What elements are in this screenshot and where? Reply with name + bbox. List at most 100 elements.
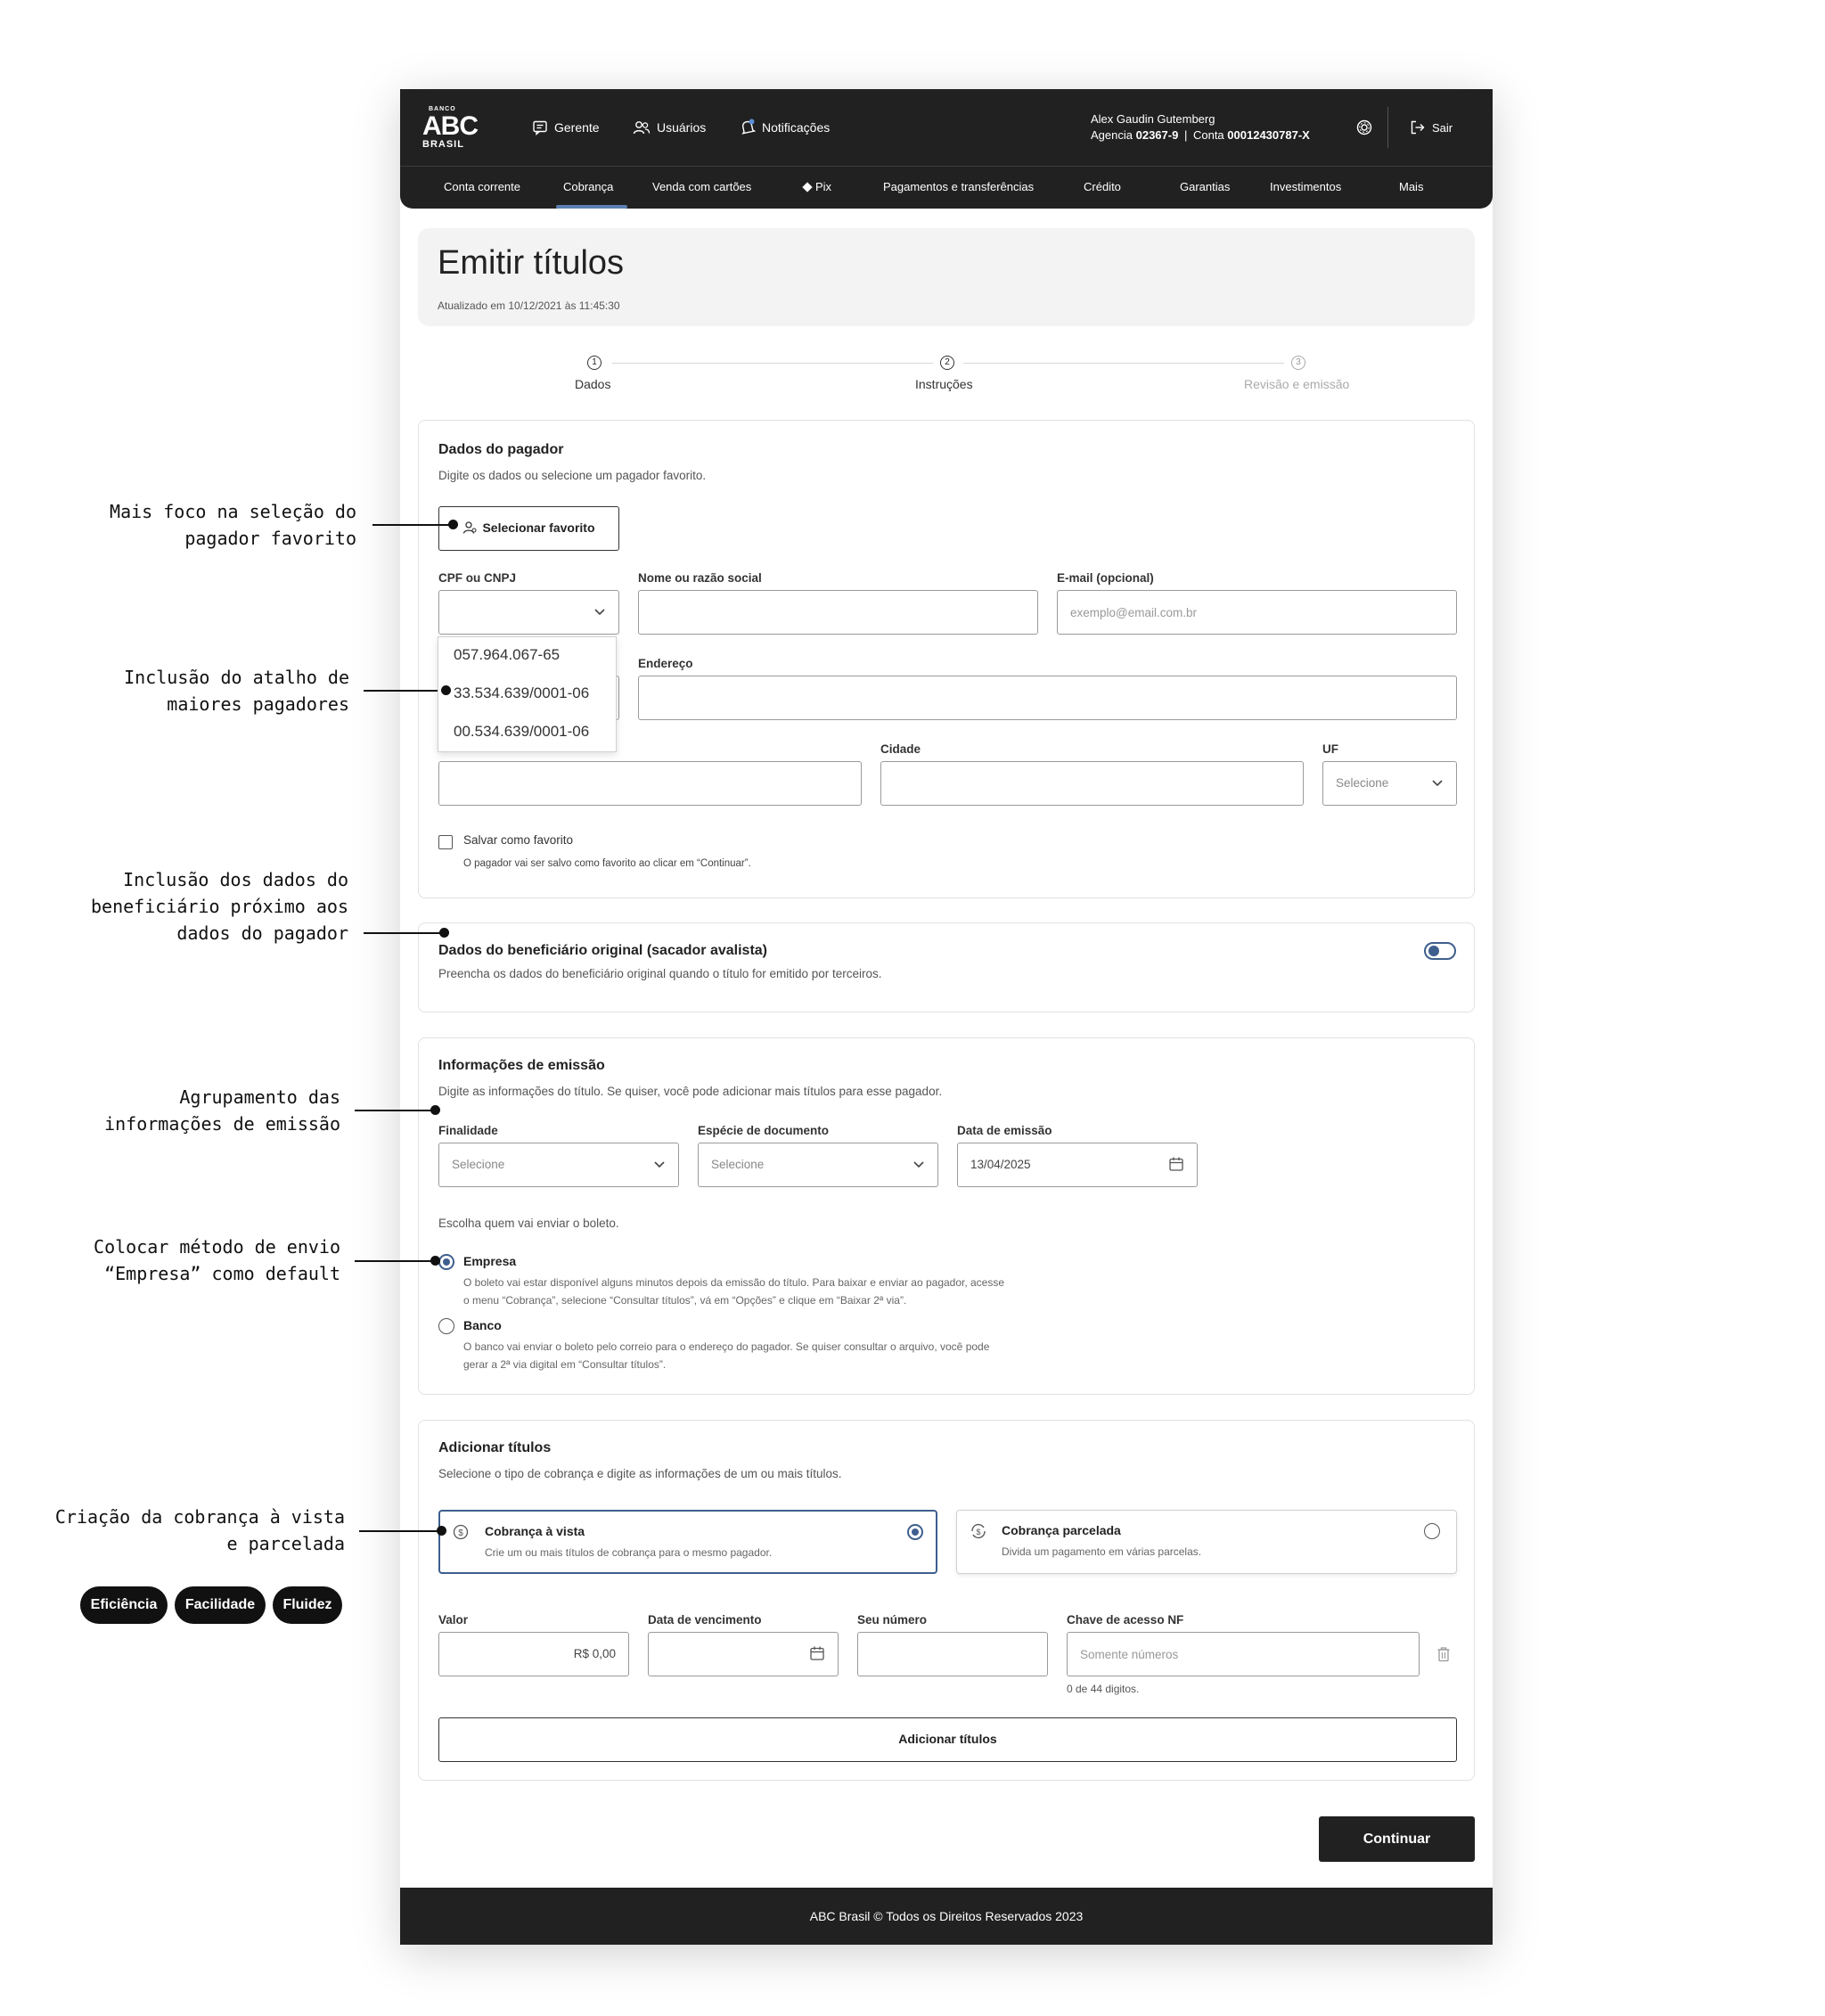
logout-icon <box>1411 120 1425 135</box>
cpf-option[interactable]: 057.964.067-65 <box>454 646 560 664</box>
annotation-connector <box>364 690 447 692</box>
page-title: Emitir títulos <box>438 244 625 282</box>
purpose-select[interactable]: Selecione <box>438 1143 679 1187</box>
chevron-down-icon <box>913 1161 924 1168</box>
choice-cobranca-a-vista[interactable]: $ Cobrança à vista Crie um ou mais títul… <box>438 1510 937 1574</box>
nav-conta-corrente[interactable]: Conta corrente <box>444 167 520 209</box>
step-2-circle: 2 <box>940 356 954 370</box>
emission-subtitle: Digite as informações do título. Se quis… <box>438 1085 943 1098</box>
annotation-marker <box>439 928 449 938</box>
calendar-icon <box>1169 1157 1183 1171</box>
address-input[interactable] <box>638 676 1457 720</box>
value-input[interactable]: R$ 0,00 <box>438 1632 629 1676</box>
emission-date-input[interactable]: 13/04/2025 <box>957 1143 1198 1187</box>
nav-notificacoes[interactable]: Notificações <box>740 118 830 137</box>
purpose-label: Finalidade <box>438 1124 498 1137</box>
choice-cobranca-parcelada[interactable]: $ Cobrança parcelada Divida um pagamento… <box>956 1510 1457 1574</box>
emission-title: Informações de emissão <box>438 1058 605 1073</box>
nav-mais[interactable]: Mais <box>1399 167 1423 209</box>
dollar-circle-icon: $ <box>453 1524 469 1540</box>
user-favorite-icon <box>463 521 478 534</box>
step-connector <box>612 363 933 364</box>
tag-eficiencia: Eficiência <box>80 1586 168 1624</box>
radio-cobranca-a-vista[interactable] <box>907 1524 923 1540</box>
titles-subtitle: Selecione o tipo de cobrança e digite as… <box>438 1467 842 1480</box>
add-titles-button[interactable]: Adicionar títulos <box>438 1717 1457 1762</box>
radio-cobranca-parcelada[interactable] <box>1424 1523 1440 1539</box>
cpf-select[interactable] <box>438 590 619 635</box>
option-banco-desc: O banco vai enviar o boleto pelo correio… <box>463 1340 990 1371</box>
nav-pix[interactable]: Pix <box>802 167 831 209</box>
select-favorite-button[interactable]: Selecionar favorito <box>438 506 619 551</box>
nav-credito[interactable]: Crédito <box>1084 167 1121 209</box>
due-date-input[interactable] <box>648 1632 839 1676</box>
doc-type-label: Espécie de documento <box>698 1124 830 1137</box>
uf-label: UF <box>1322 742 1338 756</box>
radio-empresa[interactable] <box>438 1254 454 1270</box>
annotation-favorite: Mais foco na seleção do pagador favorito <box>110 501 356 549</box>
option-empresa-label: Empresa <box>463 1254 517 1268</box>
calendar-icon <box>810 1646 824 1660</box>
active-nav-indicator <box>556 205 627 209</box>
tag-facilidade: Facilidade <box>175 1586 266 1624</box>
abc-brasil-logo[interactable]: BANCO ABC BRASIL <box>421 105 479 150</box>
pix-icon <box>802 182 813 193</box>
save-favorite-checkbox[interactable] <box>438 835 453 849</box>
cpf-dropdown-menu: 057.964.067-65 33.534.639/0001-06 00.534… <box>438 636 617 752</box>
nav-usuarios[interactable]: Usuários <box>633 118 706 137</box>
doc-type-select[interactable]: Selecione <box>698 1143 938 1187</box>
address-label: Endereço <box>638 657 693 670</box>
annotation-connector <box>359 1530 442 1532</box>
nav-investimentos[interactable]: Investimentos <box>1270 167 1341 209</box>
nav-gerente[interactable]: Gerente <box>532 118 600 137</box>
payer-title: Dados do pagador <box>438 442 564 457</box>
uf-select[interactable]: Selecione <box>1322 761 1457 806</box>
cpf-option[interactable]: 00.534.639/0001-06 <box>454 723 589 741</box>
due-date-label: Data de vencimento <box>648 1613 762 1627</box>
titles-card: Adicionar títulos Selecione o tipo de co… <box>418 1420 1475 1781</box>
beneficiary-toggle[interactable] <box>1424 942 1456 960</box>
chevron-down-icon <box>654 1161 665 1168</box>
settings-button[interactable] <box>1355 119 1373 141</box>
city-input[interactable] <box>880 761 1304 806</box>
name-label: Nome ou razão social <box>638 571 762 585</box>
chevron-down-icon <box>594 609 605 616</box>
updated-timestamp: Atualizado em 10/12/2021 às 11:45:30 <box>438 299 620 312</box>
continue-button[interactable]: Continuar <box>1319 1816 1475 1862</box>
step-1-label: Dados <box>575 377 611 391</box>
annotation-marker <box>441 685 451 695</box>
svg-text:$: $ <box>976 1528 980 1537</box>
nf-key-input[interactable] <box>1067 1632 1420 1676</box>
top-bar: BANCO ABC BRASIL Gerente Usuários Notifi… <box>400 89 1493 166</box>
nf-key-label: Chave de acesso NF <box>1067 1613 1184 1627</box>
annotation-connector <box>372 524 454 526</box>
svg-text:$: $ <box>458 1528 463 1538</box>
cpf-option[interactable]: 33.534.639/0001-06 <box>454 684 589 702</box>
cpf-label: CPF ou CNPJ <box>438 571 517 585</box>
name-input[interactable] <box>638 590 1038 635</box>
step-3-label: Revisão e emissão <box>1244 377 1350 391</box>
step-connector <box>963 363 1284 364</box>
chat-icon <box>533 120 547 135</box>
users-icon <box>633 121 651 135</box>
option-empresa-desc: O boleto vai estar disponível alguns min… <box>463 1276 1005 1307</box>
gear-icon <box>1356 119 1372 135</box>
step-2-label: Instruções <box>915 377 973 391</box>
nav-pagamentos[interactable]: Pagamentos e transferências <box>883 167 1034 209</box>
nav-cobranca[interactable]: Cobrança <box>563 167 613 209</box>
trash-icon[interactable] <box>1436 1646 1451 1662</box>
nav-venda-com-cartoes[interactable]: Venda com cartões <box>652 167 751 209</box>
radio-banco[interactable] <box>438 1318 454 1334</box>
user-name: Alex Gaudin Gutemberg <box>1091 112 1215 126</box>
nav-garantias[interactable]: Garantias <box>1180 167 1230 209</box>
value-label: Valor <box>438 1613 469 1627</box>
email-input[interactable] <box>1057 590 1457 635</box>
topbar-divider <box>1387 107 1388 148</box>
logout-button[interactable]: Sair <box>1410 118 1453 137</box>
annotation-marker <box>437 1526 446 1536</box>
bell-icon <box>741 119 756 135</box>
annotation-connector <box>355 1110 437 1111</box>
our-number-input[interactable] <box>857 1632 1048 1676</box>
complement-input[interactable] <box>438 761 862 806</box>
main-nav: Conta corrente Cobrança Venda com cartõe… <box>400 166 1493 209</box>
